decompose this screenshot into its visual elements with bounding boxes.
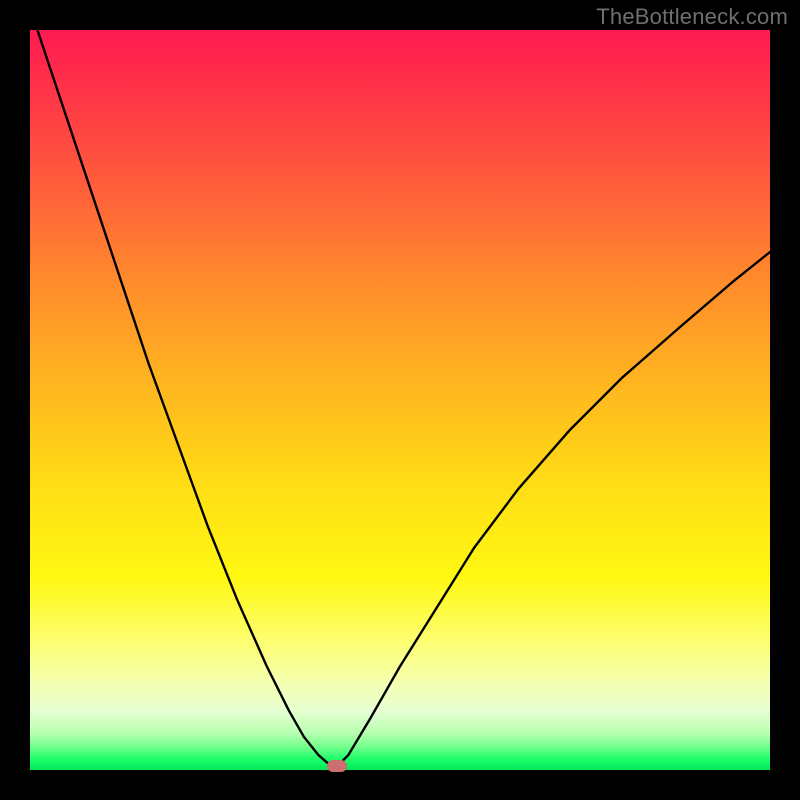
minimum-marker [327, 760, 347, 772]
watermark-text: TheBottleneck.com [596, 4, 788, 30]
bottleneck-curve [30, 8, 770, 767]
plot-area [30, 30, 770, 770]
chart-frame: TheBottleneck.com [0, 0, 800, 800]
curve-svg [30, 30, 770, 770]
